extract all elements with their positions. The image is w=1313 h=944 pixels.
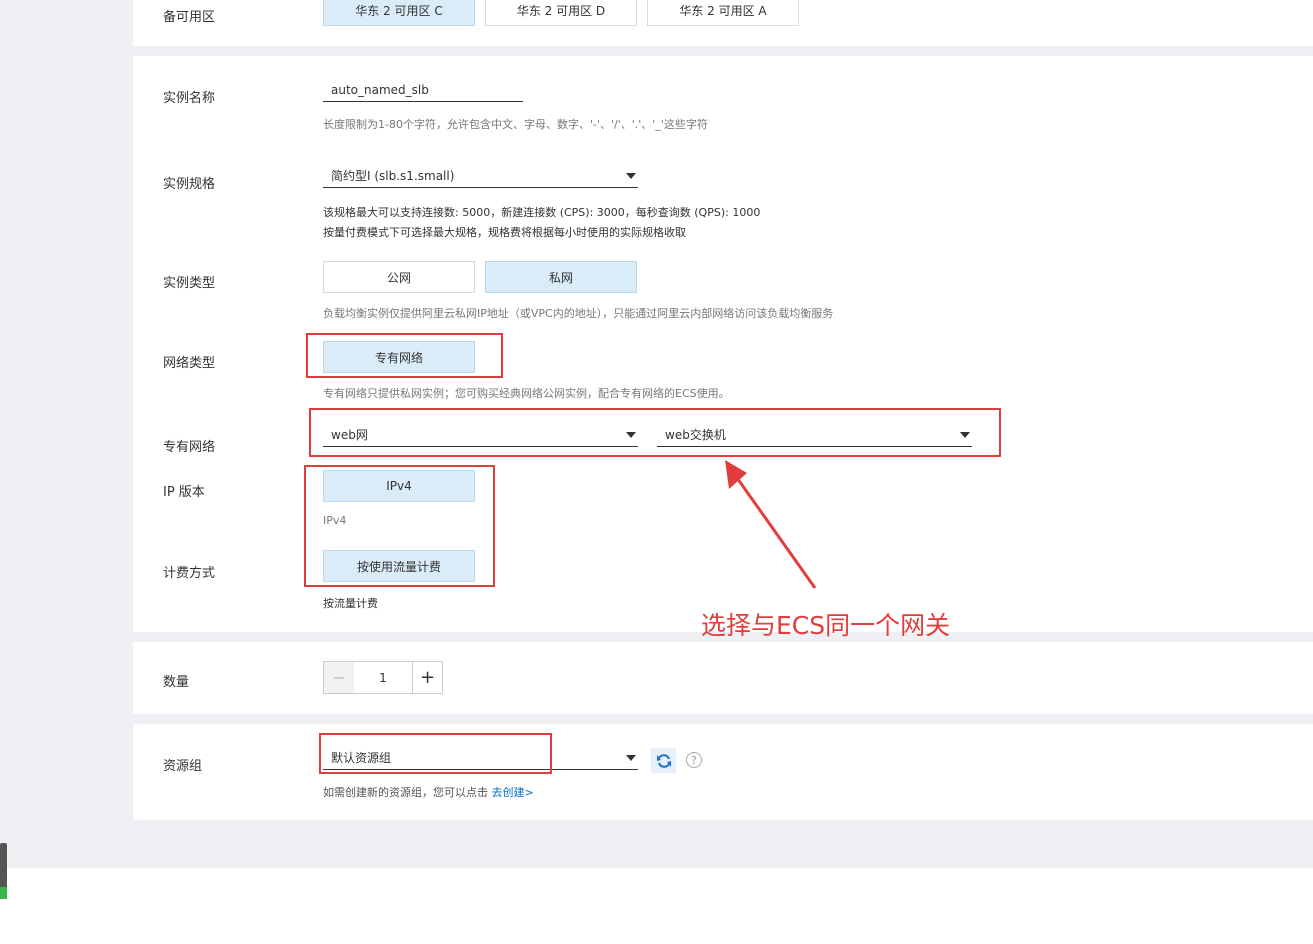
- network-type-hint: 专有网络只提供私网实例；您可购买经典网络公网实例，配合专有网络的ECS使用。: [323, 387, 730, 400]
- instance-name-input[interactable]: [323, 78, 523, 102]
- quantity-increase-button[interactable]: +: [412, 662, 442, 693]
- annotation-box-network-type: [306, 333, 503, 378]
- billing-hint: 按流量计费: [323, 597, 378, 610]
- instance-name-label: 实例名称: [163, 91, 216, 106]
- network-type-label: 网络类型: [163, 356, 216, 371]
- resource-group-label: 资源组: [163, 759, 203, 774]
- resource-group-hint: 如需创建新的资源组，您可以点击 去创建>: [323, 784, 534, 800]
- zone-option-d[interactable]: 华东 2 可用区 D: [485, 0, 637, 26]
- help-icon[interactable]: ?: [686, 752, 702, 768]
- zone-option-c[interactable]: 华东 2 可用区 C: [323, 0, 475, 26]
- quantity-label: 数量: [163, 675, 190, 690]
- zone-option-a[interactable]: 华东 2 可用区 A: [647, 0, 799, 26]
- instance-type-label: 实例类型: [163, 276, 216, 291]
- resource-group-hint-text: 如需创建新的资源组，您可以点击: [323, 786, 488, 799]
- instance-spec-value: 简约型I (slb.s1.small): [331, 169, 455, 183]
- annotation-box-vpc: [309, 408, 1001, 457]
- quantity-decrease-button[interactable]: −: [324, 662, 354, 693]
- side-drag-handle[interactable]: [0, 843, 7, 899]
- instance-name-hint: 长度限制为1-80个字符，允许包含中文、字母、数字、'-'、'/'、'.'、'_…: [323, 118, 708, 131]
- zone-label: 备可用区: [163, 10, 216, 25]
- instance-type-hint: 负载均衡实例仅提供阿里云私网IP地址（或VPC内的地址），只能通过阿里云内部网络…: [323, 307, 834, 320]
- create-resource-group-link[interactable]: 去创建>: [492, 786, 534, 799]
- ip-version-label: IP 版本: [163, 485, 205, 500]
- instance-spec-hint-1: 该规格最大可以支持连接数: 5000，新建连接数 (CPS): 3000，每秒查…: [323, 206, 761, 219]
- vpc-label: 专有网络: [163, 440, 216, 455]
- chevron-down-icon: [626, 173, 636, 179]
- instance-type-private[interactable]: 私网: [485, 261, 637, 293]
- resource-group-card: [133, 724, 1313, 820]
- instance-spec-hint-2: 按量付费模式下可选择最大规格，规格费将根据每小时使用的实际规格收取: [323, 226, 686, 239]
- chevron-down-icon: [626, 755, 636, 761]
- refresh-button[interactable]: [651, 748, 676, 773]
- annotation-text: 选择与ECS同一个网关: [701, 611, 951, 640]
- quantity-value[interactable]: 1: [354, 662, 412, 693]
- instance-spec-select[interactable]: 简约型I (slb.s1.small): [323, 164, 638, 188]
- footer-bar: [0, 868, 1313, 944]
- quantity-card: [133, 642, 1313, 714]
- billing-label: 计费方式: [163, 566, 216, 581]
- annotation-arrow-icon: [725, 460, 817, 589]
- status-indicator: [0, 887, 7, 899]
- annotation-box-resource-group: [319, 733, 552, 774]
- instance-type-public[interactable]: 公网: [323, 261, 475, 293]
- quantity-stepper[interactable]: − 1 +: [323, 661, 443, 694]
- instance-spec-label: 实例规格: [163, 177, 216, 192]
- refresh-icon: [656, 753, 671, 768]
- annotation-box-ip-billing: [304, 465, 495, 587]
